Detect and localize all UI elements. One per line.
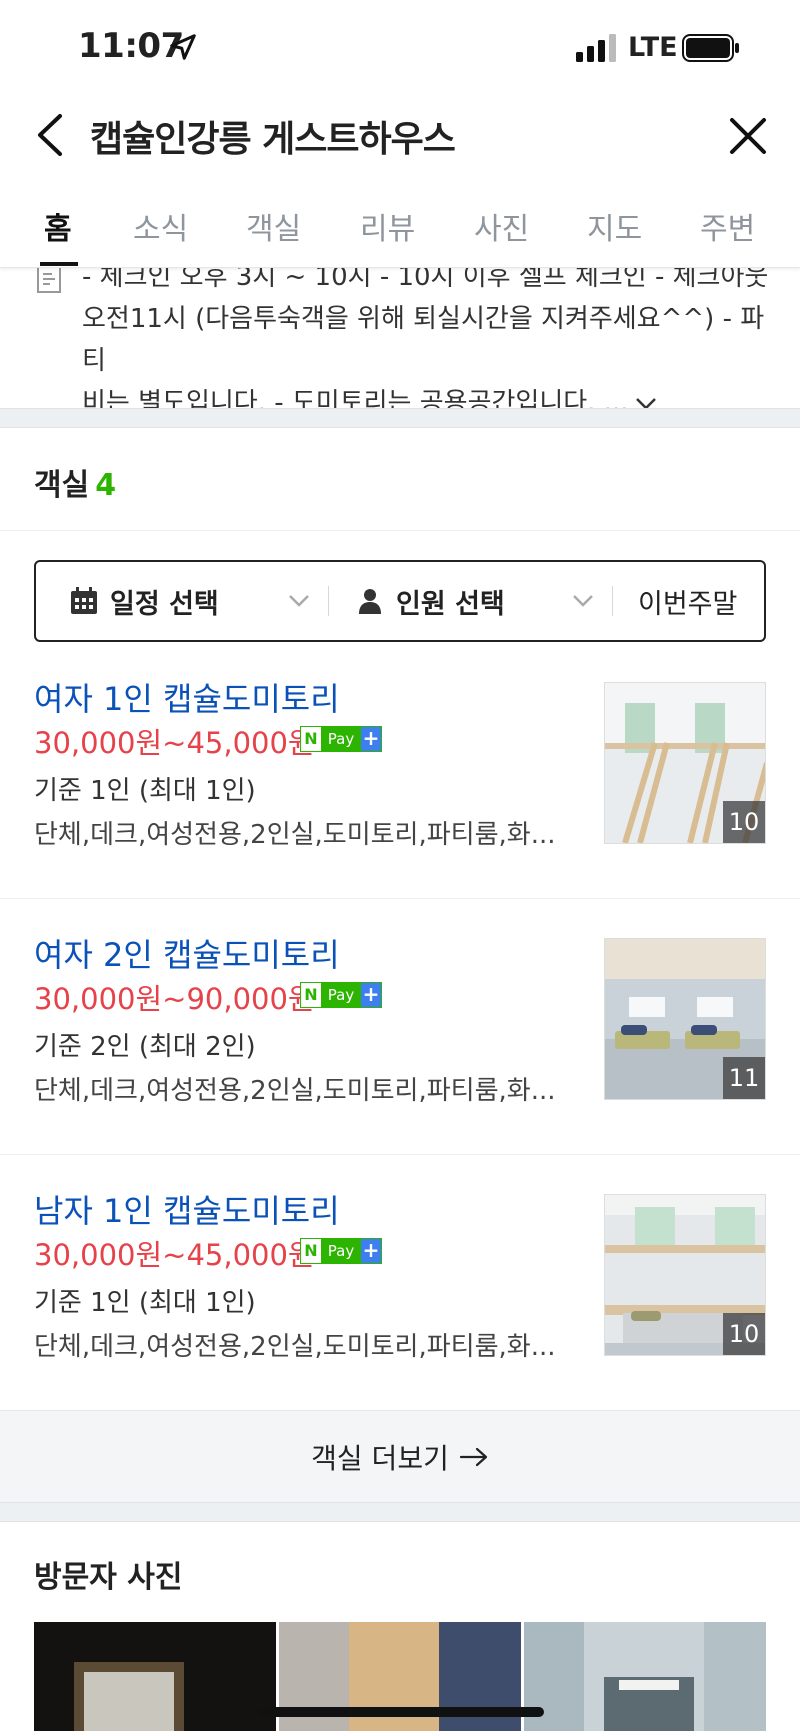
npay-badge: N Pay + (300, 982, 382, 1008)
tab-home[interactable]: 홈 (44, 204, 72, 248)
rooms-title-text: 객실 (34, 468, 90, 503)
room-name[interactable]: 남자 1인 캡슐도미토리 (34, 1186, 340, 1232)
tab-photos[interactable]: 사진 (474, 204, 529, 248)
home-indicator (258, 1707, 544, 1717)
visitor-photo[interactable] (34, 1622, 276, 1731)
divider (0, 1154, 800, 1155)
info-text: - 체크인 오후 3시 ~ 10시 - 10시 이후 셀프 체크인 - 체크아웃… (82, 268, 772, 408)
filter-separator (328, 586, 329, 616)
signal-icon (576, 34, 616, 62)
room-capacity: 기준 1인 (최대 1인) (34, 776, 256, 806)
visitor-photo-image (524, 1622, 766, 1731)
npay-n: N (301, 727, 321, 751)
npay-n: N (301, 983, 321, 1007)
info-section[interactable]: - 체크인 오후 3시 ~ 10시 - 10시 이후 셀프 체크인 - 체크아웃… (0, 268, 800, 408)
header: 캡슐인강릉 게스트하우스 (0, 96, 800, 176)
room-card[interactable]: 남자 1인 캡슐도미토리 30,000원~45,000원 N Pay + 기준 1인… (0, 1186, 800, 1442)
date-chevron-down-icon (289, 595, 309, 607)
npay-pay: Pay (321, 1239, 361, 1263)
npay-badge: N Pay + (300, 1238, 382, 1264)
active-tab-indicator (40, 262, 78, 266)
status-bar: 11:07 LTE (0, 0, 800, 96)
divider (0, 898, 800, 899)
people-chevron-down-icon (573, 595, 593, 607)
photo-count: 11 (723, 1057, 765, 1099)
page-title: 캡슐인강릉 게스트하우스 (90, 119, 456, 160)
people-select-label: 인원 선택 (396, 588, 505, 620)
calendar-icon (71, 587, 97, 614)
tab-bar: 홈 소식 객실 리뷰 사진 지도 주변 (0, 188, 800, 268)
npay-pay: Pay (321, 727, 361, 751)
divider (0, 530, 800, 531)
person-icon (359, 589, 381, 614)
this-weekend-button[interactable]: 이번주말 (638, 562, 737, 640)
info-line: 오전11시 (다음투숙객을 위해 퇴실시간을 지켜주세요^^) - 파티 (82, 304, 765, 376)
people-select[interactable]: 인원 선택 (356, 562, 505, 640)
room-name[interactable]: 여자 1인 캡슐도미토리 (34, 674, 340, 720)
expand-chevron-icon[interactable] (635, 397, 657, 409)
room-price: 30,000원~90,000원 (34, 982, 315, 1016)
room-thumbnail[interactable]: 11 (604, 938, 766, 1100)
tab-nearby[interactable]: 주변 (700, 204, 755, 248)
visitor-photos-title: 방문자 사진 (34, 1560, 183, 1595)
rooms-count: 4 (95, 468, 117, 503)
npay-n: N (301, 1239, 321, 1263)
close-icon[interactable] (728, 116, 768, 156)
room-name[interactable]: 여자 2인 캡슐도미토리 (34, 930, 340, 976)
room-capacity: 기준 1인 (최대 1인) (34, 1288, 256, 1318)
tab-rooms[interactable]: 객실 (246, 204, 301, 248)
room-tags: 단체,데크,여성전용,2인실,도미토리,파티룸,화... (34, 1076, 554, 1106)
visitor-photo[interactable] (524, 1622, 766, 1731)
room-capacity: 기준 2인 (최대 2인) (34, 1032, 256, 1062)
date-select-label: 일정 선택 (110, 588, 219, 620)
npay-pay: Pay (321, 983, 361, 1007)
npay-plus: + (361, 726, 381, 751)
room-price: 30,000원~45,000원 (34, 726, 315, 760)
photo-count: 10 (723, 801, 765, 843)
npay-badge: N Pay + (300, 726, 382, 752)
network-type: LTE (628, 32, 678, 63)
npay-plus: + (361, 982, 381, 1007)
section-gap (0, 408, 800, 428)
visitor-photo-image (34, 1622, 276, 1731)
info-line: - 체크인 오후 3시 ~ 10시 - 10시 이후 셀프 체크인 - 체크아웃 (82, 268, 769, 292)
room-price: 30,000원~45,000원 (34, 1238, 315, 1272)
rooms-section-title: 객실 4 (34, 460, 116, 504)
tab-map[interactable]: 지도 (587, 204, 642, 248)
npay-plus: + (361, 1238, 381, 1263)
photo-count: 10 (723, 1313, 765, 1355)
info-line: 비는 별도입니다. - 도미토리는 공용공간입니다. ... (82, 382, 772, 408)
room-tags: 단체,데크,여성전용,2인실,도미토리,파티룸,화... (34, 1332, 554, 1362)
arrow-right-icon (459, 1447, 487, 1466)
filter-separator (612, 586, 613, 616)
battery-icon (682, 34, 739, 62)
booking-filter-bar: 일정 선택 인원 선택 이번주말 (34, 560, 766, 642)
date-select[interactable]: 일정 선택 (70, 562, 219, 640)
this-weekend-label: 이번주말 (638, 588, 738, 620)
tab-reviews[interactable]: 리뷰 (360, 204, 415, 248)
more-rooms-label: 객실 더보기 (311, 1441, 449, 1475)
document-icon (37, 268, 61, 293)
room-tags: 단체,데크,여성전용,2인실,도미토리,파티룸,화... (34, 820, 554, 850)
back-chevron-icon[interactable] (34, 112, 66, 158)
room-card[interactable]: 여자 1인 캡슐도미토리 30,000원~45,000원 N Pay + 기준 1인… (0, 674, 800, 930)
location-arrow-icon (170, 34, 196, 60)
room-thumbnail[interactable]: 10 (604, 1194, 766, 1356)
room-thumbnail[interactable]: 10 (604, 682, 766, 844)
tab-news[interactable]: 소식 (133, 204, 188, 248)
room-card[interactable]: 여자 2인 캡슐도미토리 30,000원~90,000원 N Pay + 기준 2인… (0, 930, 800, 1186)
info-line-text: 비는 별도입니다. - 도미토리는 공용공간입니다. ... (82, 388, 629, 408)
more-rooms-button[interactable]: 객실 더보기 (0, 1410, 800, 1502)
section-gap (0, 1502, 800, 1522)
